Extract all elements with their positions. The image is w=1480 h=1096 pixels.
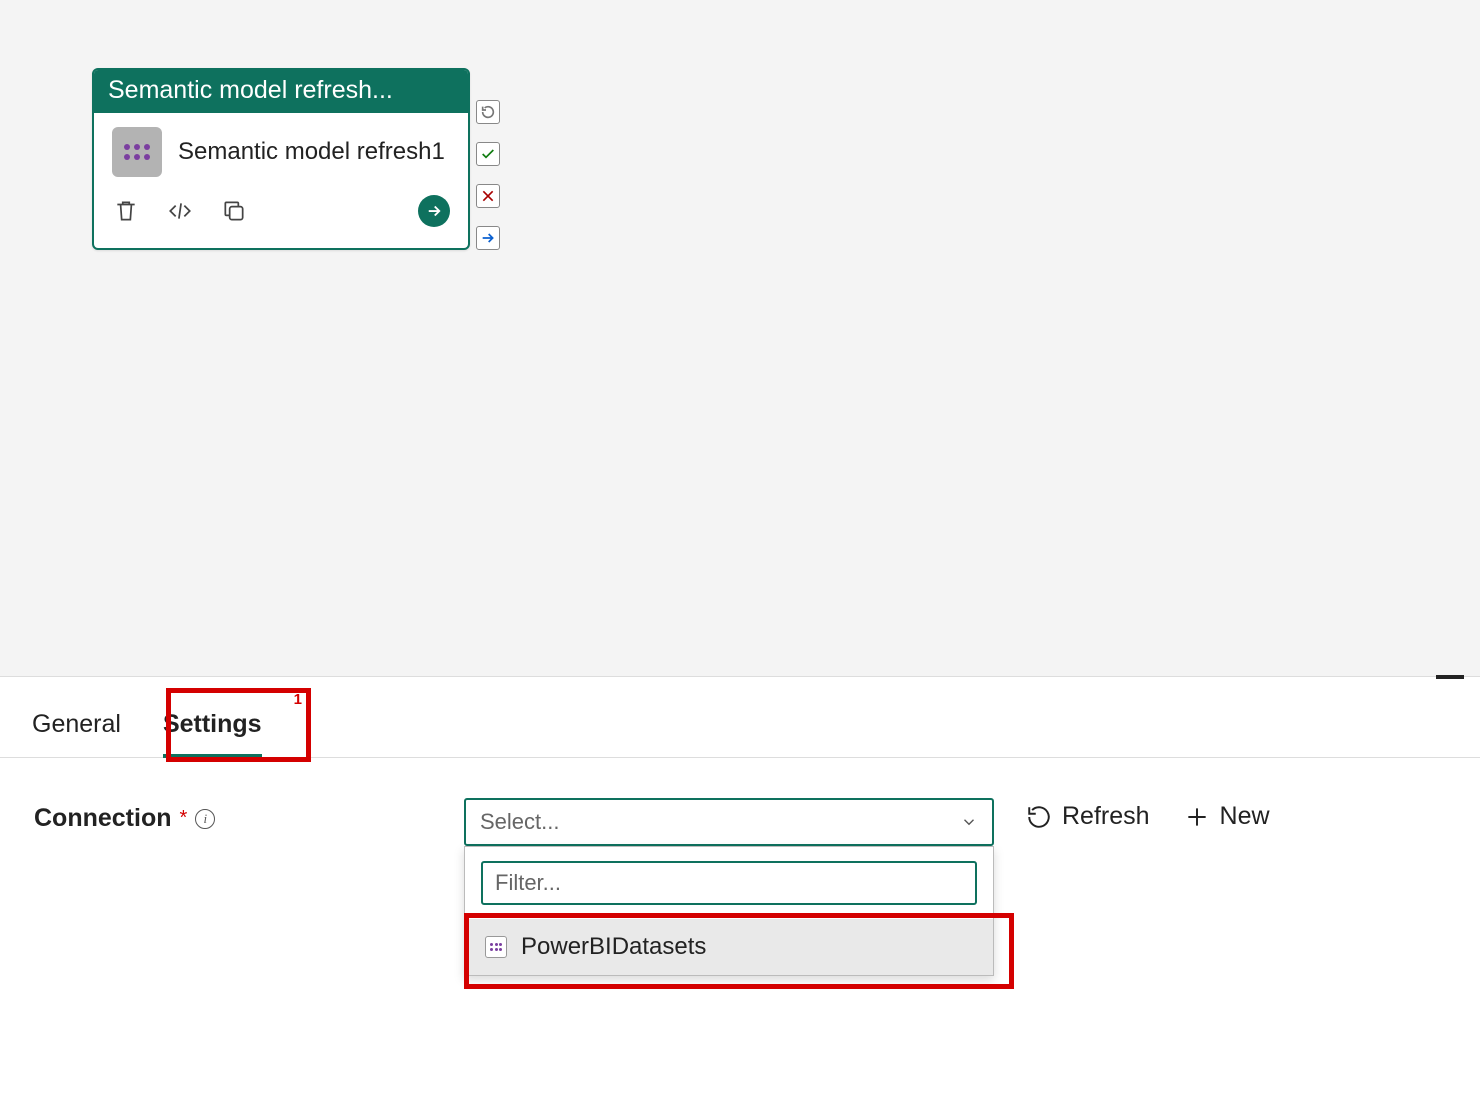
status-icons-column	[470, 68, 500, 250]
dataset-icon	[112, 127, 162, 177]
chevron-down-icon	[960, 813, 978, 831]
delete-icon[interactable]	[112, 197, 140, 225]
tab-settings[interactable]: Settings	[163, 710, 262, 757]
filter-input[interactable]	[495, 870, 963, 896]
tab-general[interactable]: General	[32, 710, 121, 757]
pipeline-canvas[interactable]: Semantic model refresh... Semantic model…	[0, 0, 1480, 677]
error-status-icon[interactable]	[476, 184, 500, 208]
connection-label: Connection	[34, 804, 172, 833]
skip-status-icon[interactable]	[476, 226, 500, 250]
properties-panel: General Settings Connection * i Select..…	[0, 678, 1480, 846]
connection-dropdown: PowerBIDatasets	[464, 846, 994, 976]
new-label: New	[1220, 802, 1270, 831]
activity-node[interactable]: Semantic model refresh... Semantic model…	[92, 68, 470, 250]
panel-tabs: General Settings	[0, 678, 1480, 758]
refresh-icon	[1026, 804, 1052, 830]
info-icon[interactable]: i	[195, 809, 215, 829]
select-placeholder: Select...	[480, 809, 559, 835]
filter-input-wrap[interactable]	[481, 861, 977, 905]
code-icon[interactable]	[166, 197, 194, 225]
refresh-button[interactable]: Refresh	[1026, 802, 1150, 831]
new-button[interactable]: New	[1184, 802, 1270, 831]
activity-node-header: Semantic model refresh...	[94, 70, 468, 113]
copy-icon[interactable]	[220, 197, 248, 225]
plus-icon	[1184, 804, 1210, 830]
dropdown-item-label: PowerBIDatasets	[521, 933, 706, 961]
connection-select[interactable]: Select...	[464, 798, 994, 846]
redo-status-icon[interactable]	[476, 100, 500, 124]
activity-title: Semantic model refresh1	[178, 137, 445, 167]
required-asterisk: *	[180, 807, 188, 830]
dataset-mini-icon	[485, 936, 507, 958]
success-status-icon[interactable]	[476, 142, 500, 166]
run-arrow-button[interactable]	[418, 195, 450, 227]
dropdown-item-powerbidatasets[interactable]: PowerBIDatasets	[465, 919, 993, 975]
refresh-label: Refresh	[1062, 802, 1150, 831]
